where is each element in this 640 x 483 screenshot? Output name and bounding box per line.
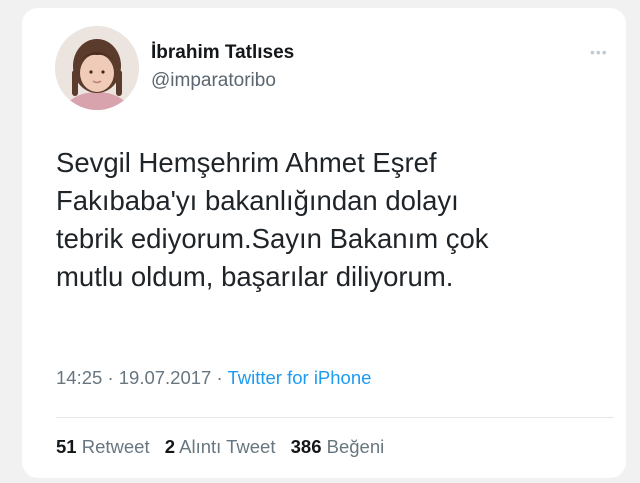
tweet-line: mutlu oldum, başarılar diliyorum. [56,261,454,292]
tweet-line: Fakıbaba'yı bakanlığından dolayı [56,185,459,216]
tweet-line: tebrik ediyorum.Sayın Bakanım çok [56,223,489,254]
likes-count: 386 [290,436,322,457]
more-options-icon[interactable]: ••• [590,44,608,60]
likes-label: Beğeni [326,436,385,457]
avatar[interactable] [55,26,139,110]
tweet-date[interactable]: 19.07.2017 [119,367,212,388]
tweet-card: İbrahim Tatlıses @imparatoribo ••• Sevgi… [22,8,626,478]
divider [56,417,614,418]
tweet-source-link[interactable]: Twitter for iPhone [227,367,371,388]
retweets-stat[interactable]: 51 Retweet [56,436,155,457]
tweet-stats: 51 Retweet 2 Alıntı Tweet 386 Beğeni [56,436,394,458]
tweet-line: Sevgil Hemşehrim Ahmet Eşref [56,147,437,178]
author-handle[interactable]: @imparatoribo [151,70,276,92]
author-name[interactable]: İbrahim Tatlıses [151,42,294,64]
likes-stat[interactable]: 386 Beğeni [291,436,385,457]
quotes-label: Alıntı Tweet [179,436,276,457]
profile-photo-icon [55,26,139,110]
tweet-text: Sevgil Hemşehrim Ahmet Eşref Fakıbaba'yı… [56,144,616,296]
tweet-time[interactable]: 14:25 [56,367,102,388]
quotes-count: 2 [164,436,176,457]
tweet-meta: 14:25 · 19.07.2017 · Twitter for iPhone [56,367,371,389]
meta-separator: · [216,367,223,388]
retweets-count: 51 [56,436,77,457]
retweets-label: Retweet [81,436,150,457]
meta-separator: · [107,367,114,388]
quotes-stat[interactable]: 2 Alıntı Tweet [165,436,281,457]
